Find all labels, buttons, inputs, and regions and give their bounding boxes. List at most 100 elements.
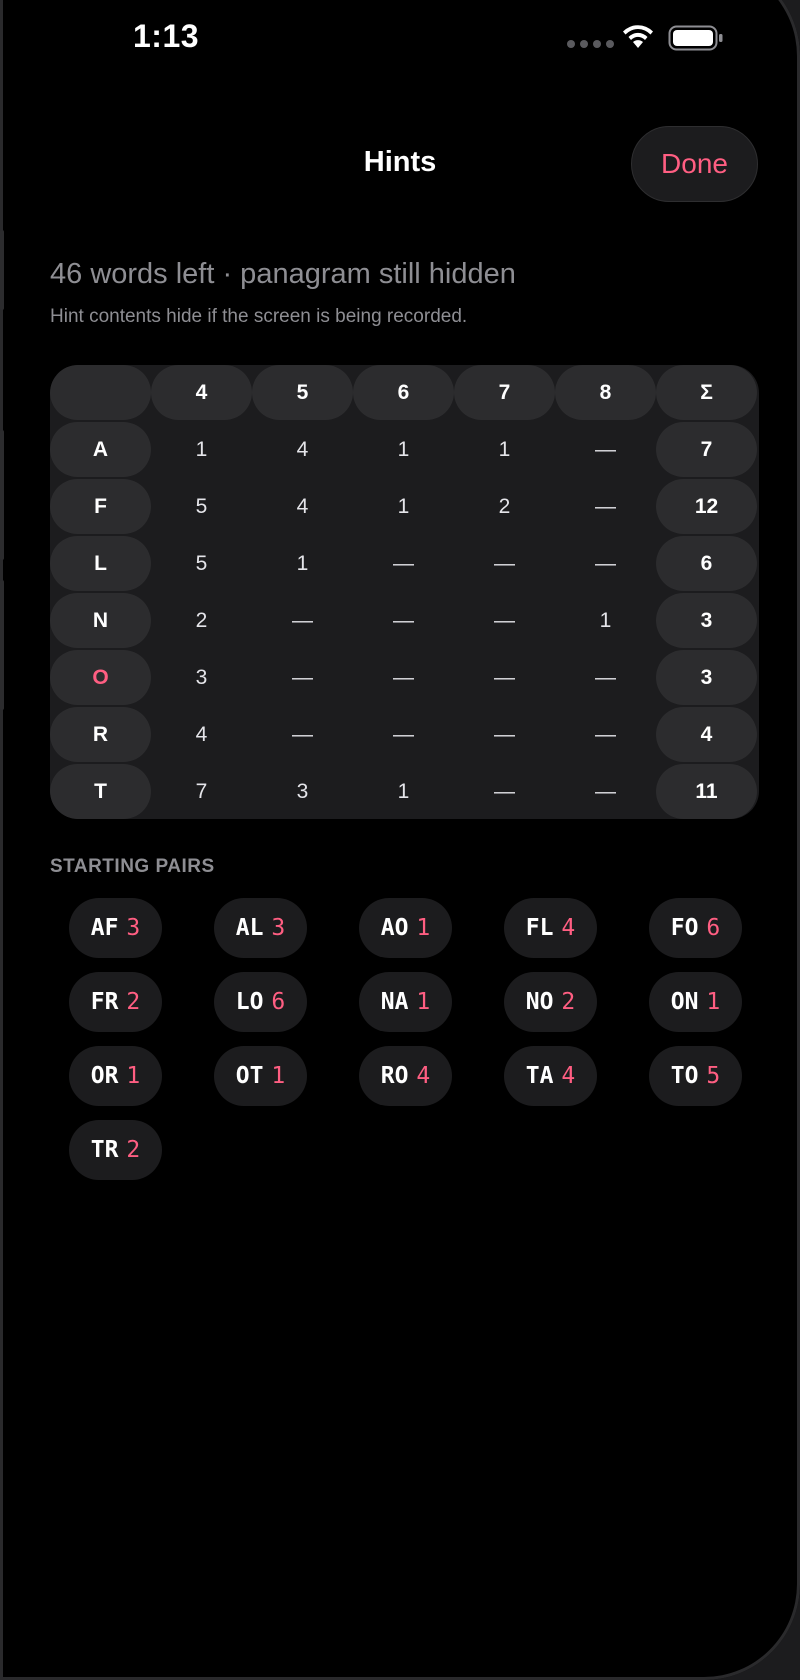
starting-pair-chip: RO 4: [359, 1046, 452, 1106]
starting-pair-chip: TR 2: [69, 1120, 162, 1180]
count-cell: —: [292, 608, 313, 632]
pair-letters: TA: [525, 1063, 554, 1089]
hint-grid: 4 5 6 7 8 Σ A 1 4 1 1—7 F 5 4 1 2—12 L 5 1— — —6 N 2— — —1…: [50, 365, 759, 819]
count-cell: —: [494, 551, 515, 575]
row-total: 3: [656, 593, 757, 648]
done-button[interactable]: Done: [631, 126, 758, 202]
pair-letters: TR: [90, 1137, 119, 1163]
pair-count: 3: [126, 915, 141, 941]
starting-pair-chip: TO 5: [649, 1046, 742, 1106]
pair-letters: NO: [525, 989, 554, 1015]
pair-letters: FL: [525, 915, 554, 941]
pair-count: 6: [706, 915, 721, 941]
count-cell: 1: [599, 608, 612, 632]
starting-pair-chip: AL 3: [214, 898, 307, 958]
row-letter: N: [50, 593, 151, 648]
pair-letters: RO: [380, 1063, 409, 1089]
count-cell: —: [595, 437, 616, 461]
count-cell: —: [393, 665, 414, 689]
starting-pair-chip: ON 1: [649, 972, 742, 1032]
row-letter: T: [50, 764, 151, 819]
pair-count: 1: [706, 989, 721, 1015]
hint-grid-row: T 7 3 1 — — 11: [50, 764, 759, 819]
count-cell: 1: [397, 779, 410, 803]
battery-icon: [668, 25, 723, 51]
pair-count: 1: [271, 1063, 286, 1089]
starting-pair-chip: AF 3: [69, 898, 162, 958]
pair-count: 6: [271, 989, 286, 1015]
starting-pair-chip: NO 2: [504, 972, 597, 1032]
words-left-summary: 46 words left · panagram still hidden: [50, 258, 516, 290]
pair-count: 1: [126, 1063, 141, 1089]
count-cell: 5: [195, 494, 208, 518]
starting-pairs-label: STARTING PAIRS: [50, 856, 215, 877]
row-total: 3: [656, 650, 757, 705]
pair-count: 4: [561, 915, 576, 941]
row-total: 12: [656, 479, 757, 534]
column-header-total: Σ: [656, 365, 757, 420]
count-cell: 4: [296, 437, 309, 461]
count-cell: 1: [296, 551, 309, 575]
count-cell: —: [494, 665, 515, 689]
pair-letters: AL: [235, 915, 264, 941]
hint-grid-row: A 1 4 1 1 — 7: [50, 422, 759, 479]
count-cell: —: [494, 608, 515, 632]
starting-pair-chip: FL 4: [504, 898, 597, 958]
count-cell: 3: [296, 779, 309, 803]
row-total: 7: [656, 422, 757, 477]
count-cell: 1: [397, 494, 410, 518]
row-letter: A: [50, 422, 151, 477]
column-header: 4: [151, 365, 252, 420]
count-cell: —: [595, 551, 616, 575]
starting-pair-chip: OT 1: [214, 1046, 307, 1106]
hint-grid-row: L 5 1 — — — 6: [50, 536, 759, 593]
count-cell: 5: [195, 551, 208, 575]
starting-pair-chip: AO 1: [359, 898, 452, 958]
status-time: 1:13: [133, 18, 200, 54]
count-cell: —: [393, 551, 414, 575]
recording-note: Hint contents hide if the screen is bein…: [50, 306, 468, 327]
row-letter: F: [50, 479, 151, 534]
device-side-edge: [0, 430, 4, 560]
pair-letters: FO: [670, 915, 699, 941]
count-cell: —: [393, 608, 414, 632]
count-cell: —: [393, 722, 414, 746]
device-side-edge: [0, 580, 4, 710]
row-letter: L: [50, 536, 151, 591]
pair-letters: ON: [670, 989, 699, 1015]
count-cell: —: [595, 494, 616, 518]
row-letter: O: [50, 650, 151, 705]
pair-count: 1: [416, 915, 431, 941]
hint-grid-row: O 3 — — — — 3: [50, 650, 759, 707]
phone-screen: [0, 0, 800, 1680]
starting-pair-chip: LO 6: [214, 972, 307, 1032]
hint-grid-header-row: 4 5 6 7 8 Σ: [50, 365, 759, 422]
count-cell: 2: [498, 494, 511, 518]
pair-count: 4: [561, 1063, 576, 1089]
column-header: 6: [353, 365, 454, 420]
count-cell: —: [292, 665, 313, 689]
count-cell: 1: [397, 437, 410, 461]
column-header: 5: [252, 365, 353, 420]
pair-count: 2: [126, 1137, 141, 1163]
starting-pair-chip: TA 4: [504, 1046, 597, 1106]
pair-count: 2: [126, 989, 141, 1015]
count-cell: 7: [195, 779, 208, 803]
device-side-edge: [0, 230, 4, 310]
pair-letters: AF: [90, 915, 119, 941]
count-cell: 1: [195, 437, 208, 461]
row-letter: R: [50, 707, 151, 762]
pair-count: 3: [271, 915, 286, 941]
starting-pair-chip: OR 1: [69, 1046, 162, 1106]
corner-cell: [50, 365, 151, 420]
column-header: 7: [454, 365, 555, 420]
signal-icon: [567, 40, 614, 48]
column-header: 8: [555, 365, 656, 420]
pair-count: 1: [416, 989, 431, 1015]
count-cell: —: [292, 722, 313, 746]
pair-letters: FR: [90, 989, 119, 1015]
pair-letters: TO: [670, 1063, 699, 1089]
count-cell: 1: [498, 437, 511, 461]
pair-letters: OT: [235, 1063, 264, 1089]
pair-count: 5: [706, 1063, 721, 1089]
